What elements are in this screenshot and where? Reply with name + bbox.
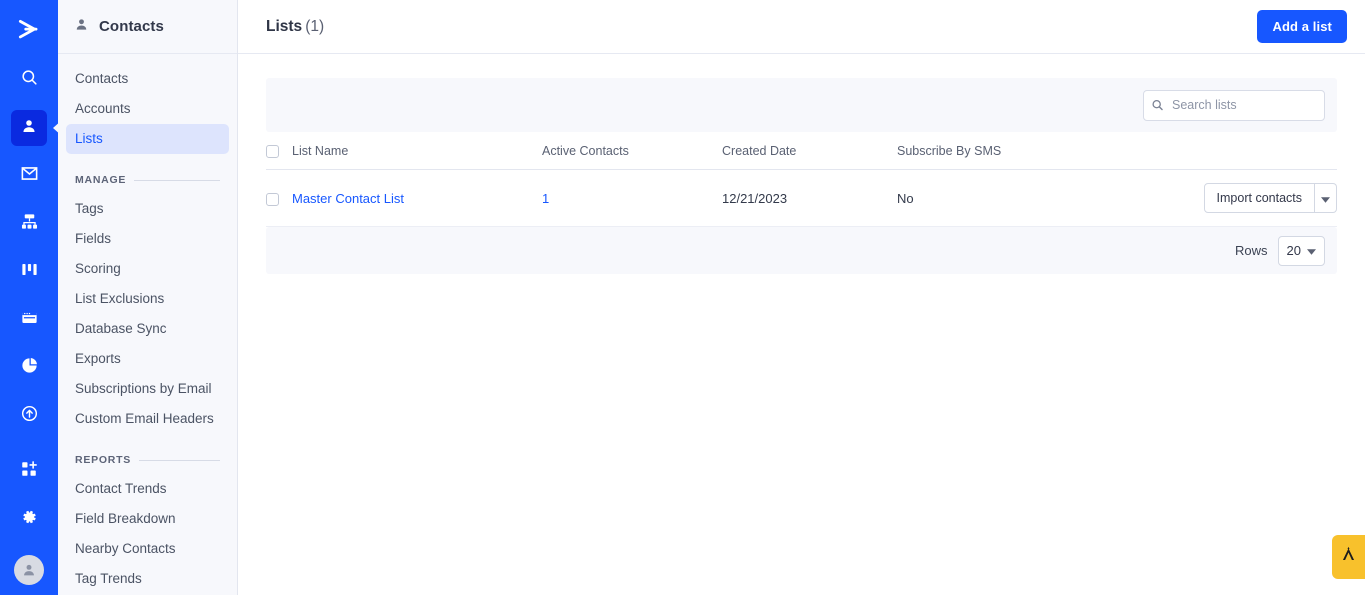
- sidebar-item-scoring[interactable]: Scoring: [66, 254, 229, 284]
- settings-gear-icon: [20, 508, 38, 531]
- secondary-sidebar: Contacts Contacts Accounts Lists MANAGE …: [58, 0, 238, 595]
- sidebar-item-lists[interactable]: Lists: [66, 124, 229, 154]
- table-row: Master Contact List 1 12/21/2023 No Impo…: [266, 169, 1337, 228]
- sidebar-nav: Contacts Accounts Lists MANAGE Tags Fiel…: [58, 54, 237, 594]
- rail-item-automations[interactable]: [11, 206, 47, 242]
- rail-icon-list: [11, 56, 47, 440]
- rail-item-search[interactable]: [11, 62, 47, 98]
- lists-table-body: Master Contact List 1 12/21/2023 No Impo…: [266, 169, 1337, 228]
- sidebar-item-accounts[interactable]: Accounts: [66, 94, 229, 124]
- column-header-active-contacts[interactable]: Active Contacts: [542, 132, 722, 171]
- import-contacts-dropdown-toggle[interactable]: [1315, 183, 1337, 214]
- apps-grid-plus-icon: [20, 460, 38, 483]
- chevron-down-icon: [1307, 243, 1316, 258]
- sidebar-item-subscriptions-by-email[interactable]: Subscriptions by Email: [66, 374, 229, 404]
- email-envelope-icon: [20, 164, 39, 188]
- deals-kanban-icon: [20, 260, 39, 284]
- sidebar-header: Contacts: [58, 0, 237, 54]
- cell-active-contacts: 1: [542, 169, 722, 228]
- accessibility-widget-icon: [1339, 545, 1358, 569]
- rows-label: Rows: [1235, 243, 1268, 259]
- page-title-count: (1): [305, 17, 325, 35]
- rail-item-campaigns[interactable]: [11, 158, 47, 194]
- row-select-cell: [266, 169, 292, 228]
- select-all-checkbox[interactable]: [266, 145, 279, 159]
- column-header-list-name[interactable]: List Name: [292, 132, 542, 171]
- chevron-down-icon: [1321, 191, 1330, 206]
- row-checkbox[interactable]: [266, 192, 279, 206]
- import-contacts-button[interactable]: Import contacts: [1203, 183, 1315, 214]
- lists-toolbar: [266, 78, 1337, 132]
- page-title: Lists (1): [266, 18, 324, 36]
- cell-row-actions: Import contacts: [1197, 169, 1337, 228]
- cell-list-name: Master Contact List: [292, 169, 542, 228]
- sidebar-item-contacts[interactable]: Contacts: [66, 64, 229, 94]
- primary-icon-rail: [0, 0, 58, 595]
- lists-table-footer: Rows 20: [266, 227, 1337, 275]
- lists-table-head: List Name Active Contacts Created Date S…: [266, 132, 1337, 171]
- select-all-header: [266, 132, 292, 171]
- rail-item-website[interactable]: [11, 302, 47, 338]
- user-avatar[interactable]: [14, 555, 44, 585]
- sidebar-item-nearby-contacts[interactable]: Nearby Contacts: [66, 534, 229, 564]
- sidebar-group-label: MANAGE: [75, 174, 127, 186]
- lists-card: List Name Active Contacts Created Date S…: [266, 78, 1337, 275]
- automations-sitemap-icon: [20, 212, 39, 236]
- sidebar-item-field-breakdown[interactable]: Field Breakdown: [66, 504, 229, 534]
- divider: [134, 179, 220, 181]
- sidebar-group-reports-header: REPORTS: [66, 440, 229, 474]
- column-header-actions: [1197, 132, 1337, 171]
- rail-item-upgrade[interactable]: [11, 398, 47, 434]
- column-header-subscribe-by-sms[interactable]: Subscribe By SMS: [897, 132, 1197, 171]
- sidebar-title: Contacts: [99, 18, 164, 35]
- page-title-text: Lists: [266, 17, 303, 35]
- rail-item-apps[interactable]: [11, 453, 47, 489]
- content-area: List Name Active Contacts Created Date S…: [238, 54, 1365, 275]
- search-lists-input[interactable]: [1143, 89, 1325, 121]
- table-header-row: List Name Active Contacts Created Date S…: [266, 132, 1337, 171]
- upgrade-arrow-circle-icon: [20, 404, 39, 428]
- sidebar-item-tags[interactable]: Tags: [66, 194, 229, 224]
- list-name-link[interactable]: Master Contact List: [292, 191, 404, 206]
- rail-item-deals[interactable]: [11, 254, 47, 290]
- rail-item-reports[interactable]: [11, 350, 47, 386]
- rows-per-page-value: 20: [1286, 243, 1301, 259]
- sidebar-group-manage-header: MANAGE: [66, 160, 229, 194]
- person-icon: [74, 17, 89, 37]
- page-topbar: Lists (1) Add a list: [238, 0, 1365, 54]
- add-a-list-button[interactable]: Add a list: [1257, 10, 1347, 43]
- column-header-created-date[interactable]: Created Date: [722, 132, 897, 171]
- accessibility-widget-button[interactable]: [1332, 535, 1365, 579]
- reports-pie-chart-icon: [20, 356, 39, 380]
- cell-created-date: 12/21/2023: [722, 169, 897, 228]
- search-lists-wrapper: [1143, 89, 1325, 121]
- sidebar-item-exports[interactable]: Exports: [66, 344, 229, 374]
- sidebar-item-database-sync[interactable]: Database Sync: [66, 314, 229, 344]
- active-contacts-link[interactable]: 1: [542, 191, 549, 206]
- sidebar-item-fields[interactable]: Fields: [66, 224, 229, 254]
- sidebar-item-tag-trends[interactable]: Tag Trends: [66, 564, 229, 594]
- rail-item-settings[interactable]: [11, 501, 47, 537]
- rail-item-contacts[interactable]: [11, 110, 47, 146]
- sidebar-group-label: REPORTS: [75, 454, 132, 466]
- sidebar-item-list-exclusions[interactable]: List Exclusions: [66, 284, 229, 314]
- sidebar-item-custom-email-headers[interactable]: Custom Email Headers: [66, 404, 229, 434]
- app-logo[interactable]: [9, 10, 49, 50]
- rail-bottom-group: [0, 447, 58, 585]
- rows-per-page-select[interactable]: 20: [1277, 235, 1325, 266]
- contacts-person-icon: [20, 117, 38, 140]
- app-root: Contacts Contacts Accounts Lists MANAGE …: [0, 0, 1365, 595]
- search-icon: [20, 68, 39, 92]
- lists-table: List Name Active Contacts Created Date S…: [266, 132, 1337, 228]
- main-content: Lists (1) Add a list Search lists List N…: [238, 0, 1365, 595]
- sidebar-item-contact-trends[interactable]: Contact Trends: [66, 474, 229, 504]
- divider: [139, 459, 220, 461]
- website-pages-icon: [20, 308, 39, 332]
- cell-subscribe-by-sms: No: [897, 169, 1197, 228]
- import-contacts-split-button: Import contacts: [1203, 183, 1337, 214]
